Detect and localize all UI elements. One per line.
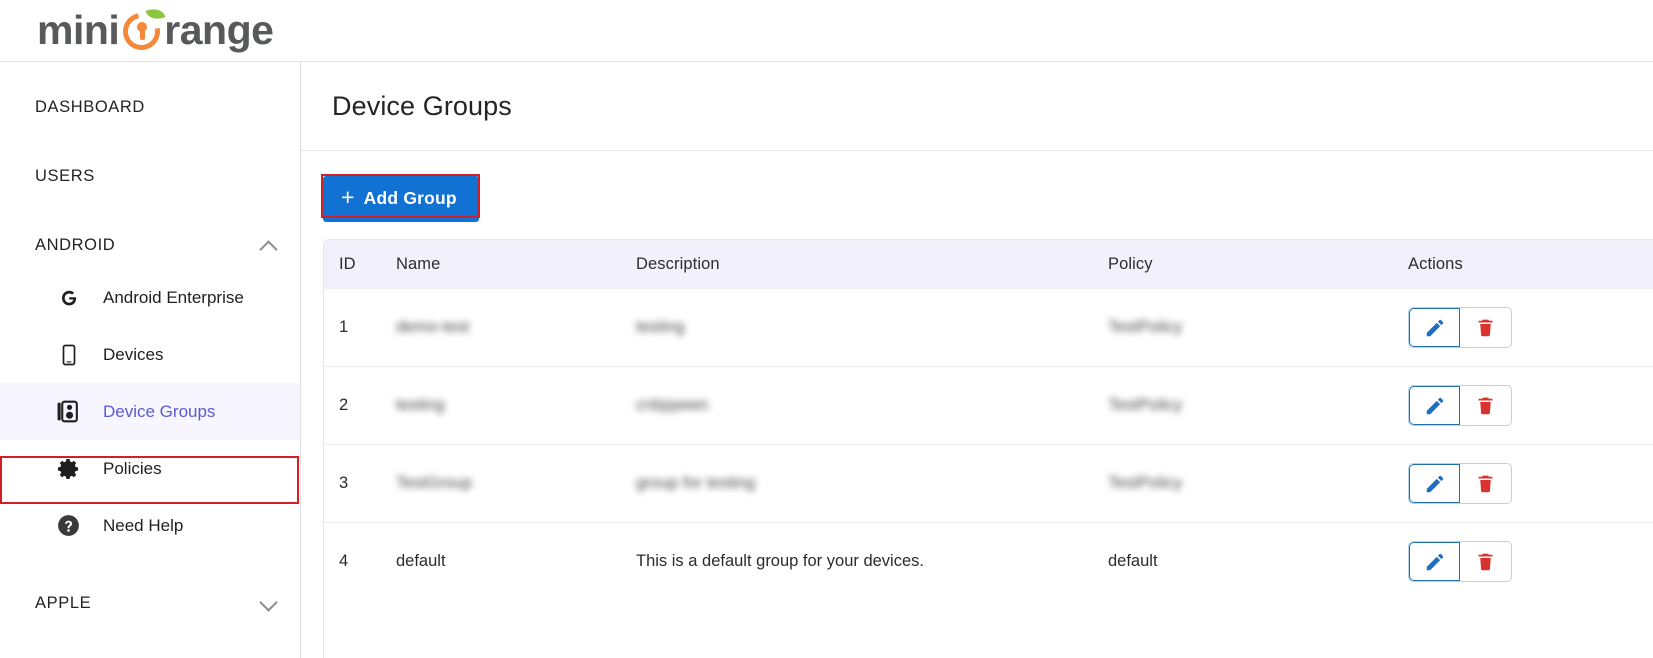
add-group-label: Add Group bbox=[363, 187, 457, 208]
sidebar-label-devices: Devices bbox=[103, 344, 164, 364]
table-row: 4 default This is a default group for yo… bbox=[324, 522, 1653, 600]
delete-row-button[interactable] bbox=[1460, 542, 1511, 581]
sidebar-item-need-help[interactable]: Need Help bbox=[0, 497, 300, 554]
logo-text-mini: mini bbox=[37, 7, 120, 53]
cell-description: This is a default group for your devices… bbox=[636, 522, 1108, 600]
mobile-device-icon bbox=[56, 342, 81, 367]
sidebar-label-policies: Policies bbox=[103, 458, 162, 478]
cell-name: TestGroup bbox=[396, 444, 636, 523]
cell-id: 2 bbox=[324, 366, 396, 445]
device-groups-table-card: ID Name Description Policy Actions 1 dem… bbox=[323, 239, 1653, 658]
miniorange-logo[interactable]: mini range bbox=[37, 5, 274, 57]
delete-row-button[interactable] bbox=[1460, 386, 1511, 425]
row-action-group bbox=[1408, 463, 1512, 504]
edit-icon bbox=[1426, 553, 1443, 570]
table-row: 2 testing cnbjqwwn TestPolicy bbox=[324, 366, 1653, 445]
table-row: 1 demo-test testing TestPolicy bbox=[324, 289, 1653, 367]
sidebar-item-policies[interactable]: Policies bbox=[0, 440, 300, 497]
edit-row-button[interactable] bbox=[1409, 464, 1460, 503]
sidebar-item-users[interactable]: USERS bbox=[0, 153, 300, 200]
cell-description: testing bbox=[636, 318, 685, 336]
sidebar-section-android[interactable]: ANDROID bbox=[0, 222, 300, 269]
logo-orange-lock-icon bbox=[116, 5, 168, 57]
delete-icon bbox=[1478, 553, 1493, 571]
table-body: 1 demo-test testing TestPolicy 2 testing… bbox=[324, 289, 1653, 600]
column-header-name: Name bbox=[396, 240, 636, 289]
cell-policy: TestPolicy bbox=[1108, 366, 1408, 445]
plus-icon: + bbox=[341, 184, 355, 210]
cell-name: testing bbox=[396, 366, 636, 445]
cell-id: 3 bbox=[324, 444, 396, 523]
toolbar: + Add Group bbox=[301, 151, 1653, 225]
cell-policy: default bbox=[1108, 522, 1408, 600]
column-header-policy: Policy bbox=[1108, 240, 1408, 289]
cell-id: 1 bbox=[339, 318, 349, 336]
table-header-row: ID Name Description Policy Actions bbox=[324, 240, 1653, 289]
body-wrapper: DASHBOARD USERS ANDROID Android Enterpri… bbox=[0, 62, 1653, 658]
delete-icon bbox=[1478, 475, 1493, 493]
sidebar-label-android: ANDROID bbox=[35, 236, 116, 254]
sidebar-label-users: USERS bbox=[35, 167, 95, 185]
gear-icon bbox=[56, 456, 81, 481]
chevron-up-icon[interactable] bbox=[260, 237, 278, 255]
column-header-actions: Actions bbox=[1408, 240, 1653, 289]
column-header-description: Description bbox=[636, 240, 1108, 289]
app-root: mini range DASHBOARD USERS ANDROID Andro… bbox=[0, 0, 1653, 658]
edit-icon bbox=[1426, 475, 1443, 492]
sidebar-item-devices[interactable]: Devices bbox=[0, 326, 300, 383]
cell-name: demo-test bbox=[396, 318, 470, 336]
cell-name: default bbox=[396, 522, 636, 600]
top-bar: mini range bbox=[0, 0, 1653, 62]
add-group-button[interactable]: + Add Group bbox=[323, 176, 479, 222]
edit-row-button[interactable] bbox=[1409, 542, 1460, 581]
sidebar-label-dashboard: DASHBOARD bbox=[35, 98, 145, 116]
cell-policy: TestPolicy bbox=[1108, 444, 1408, 523]
delete-icon bbox=[1478, 397, 1493, 415]
sidebar-label-device-groups: Device Groups bbox=[103, 401, 216, 421]
google-g-icon bbox=[56, 285, 81, 310]
sidebar-label-need-help: Need Help bbox=[103, 515, 184, 535]
main-content: Device Groups + Add Group ID Name Descri… bbox=[301, 62, 1653, 658]
device-groups-icon bbox=[56, 399, 81, 424]
sidebar-item-dashboard[interactable]: DASHBOARD bbox=[0, 84, 300, 131]
delete-row-button[interactable] bbox=[1460, 308, 1511, 347]
table-row: 3 TestGroup group for testing TestPolicy bbox=[324, 444, 1653, 523]
question-circle-icon bbox=[56, 513, 81, 538]
logo-text-range: range bbox=[164, 7, 274, 53]
cell-actions bbox=[1408, 366, 1653, 445]
device-groups-table: ID Name Description Policy Actions 1 dem… bbox=[324, 240, 1653, 600]
sidebar-label-android-enterprise: Android Enterprise bbox=[103, 287, 244, 307]
cell-policy: TestPolicy bbox=[1108, 318, 1183, 336]
row-action-group bbox=[1408, 307, 1512, 348]
page-header: Device Groups bbox=[301, 62, 1653, 151]
sidebar-label-apple: APPLE bbox=[35, 594, 92, 612]
chevron-down-icon[interactable] bbox=[260, 595, 278, 613]
sidebar: DASHBOARD USERS ANDROID Android Enterpri… bbox=[0, 62, 301, 658]
page-title: Device Groups bbox=[332, 90, 512, 121]
edit-icon bbox=[1426, 319, 1443, 336]
edit-row-button[interactable] bbox=[1409, 386, 1460, 425]
edit-icon bbox=[1426, 397, 1443, 414]
table-header: ID Name Description Policy Actions bbox=[324, 240, 1653, 289]
row-action-group bbox=[1408, 385, 1512, 426]
sidebar-item-device-groups[interactable]: Device Groups bbox=[0, 383, 300, 440]
delete-row-button[interactable] bbox=[1460, 464, 1511, 503]
cell-id: 4 bbox=[324, 522, 396, 600]
delete-icon bbox=[1478, 319, 1493, 337]
cell-actions bbox=[1408, 444, 1653, 523]
sidebar-item-android-enterprise[interactable]: Android Enterprise bbox=[0, 269, 300, 326]
edit-row-button[interactable] bbox=[1409, 308, 1460, 347]
cell-description: cnbjqwwn bbox=[636, 366, 1108, 445]
cell-actions bbox=[1408, 522, 1653, 600]
cell-description: group for testing bbox=[636, 444, 1108, 523]
cell-actions bbox=[1408, 289, 1653, 367]
column-header-id: ID bbox=[324, 240, 396, 289]
sidebar-section-apple[interactable]: APPLE bbox=[0, 580, 300, 627]
row-action-group bbox=[1408, 541, 1512, 582]
